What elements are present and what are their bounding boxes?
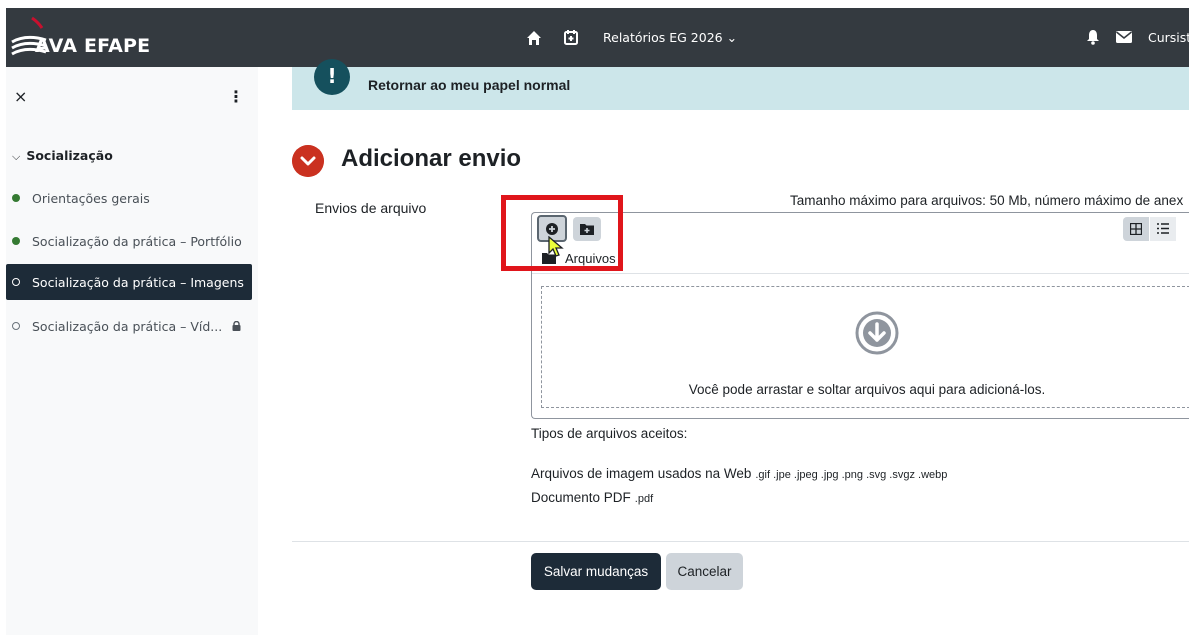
section-label: Socialização	[26, 148, 113, 163]
mouse-cursor-icon	[548, 236, 564, 257]
form-divider	[292, 541, 1189, 542]
assignment-icon	[292, 145, 324, 177]
calendar-icon[interactable]	[563, 29, 579, 45]
completed-dot-icon	[12, 237, 20, 245]
lock-icon	[232, 321, 241, 331]
file-drop-zone[interactable]: Você pode arrastar e soltar arquivos aqu…	[541, 286, 1189, 408]
brand-name: AVA EFAPE	[35, 35, 151, 57]
bell-icon[interactable]	[1085, 29, 1101, 45]
activity-item[interactable]: Orientações gerais	[6, 180, 252, 216]
max-file-info: Tamanho máximo para arquivos: 50 Mb, núm…	[790, 193, 1184, 208]
user-menu[interactable]: Cursist	[1148, 30, 1189, 45]
page-title: Adicionar envio	[341, 145, 522, 172]
activity-label: Socialização da prática – Víd...	[32, 318, 223, 334]
incomplete-dot-icon	[12, 322, 20, 330]
activity-label: Socialização da prática – Imagens	[32, 274, 244, 290]
grid-view-button[interactable]	[1123, 217, 1149, 241]
site-logo[interactable]: AVA EFAPE	[10, 16, 180, 60]
top-navbar: AVA EFAPE Relatórios EG 2026 ⌄ Cursist	[6, 8, 1189, 67]
envelope-icon[interactable]	[1115, 30, 1133, 44]
file-manager: Arquivos Você pode arrastar e soltar arq…	[531, 212, 1189, 419]
toolbar-divider	[532, 273, 1189, 274]
return-role-link[interactable]: Retornar ao meu papel normal	[368, 77, 570, 93]
activity-item-active[interactable]: Socialização da prática – Imagens	[6, 264, 252, 300]
activity-item[interactable]: Socialização da prática – Víd...	[6, 308, 252, 344]
accepted-type-name: Documento PDF	[531, 490, 631, 505]
chevron-down-icon: ⌵	[12, 150, 21, 163]
role-alert-banner: ! Retornar ao meu papel normal	[292, 59, 1189, 110]
drop-instructions: Você pode arrastar e soltar arquivos aqu…	[688, 382, 1046, 397]
exclamation-icon: !	[314, 59, 350, 95]
cancel-button[interactable]: Cancelar	[666, 553, 743, 590]
accepted-type-ext: .gif .jpe .jpeg .jpg .png .svg .svgz .we…	[755, 469, 948, 481]
activity-item[interactable]: Socialização da prática – Portfólio	[6, 223, 252, 259]
accepted-type-name: Arquivos de imagem usados na Web	[531, 466, 752, 481]
course-index-drawer: × ⋮ ⌵ Socialização Orientações gerais Soc…	[6, 67, 258, 635]
section-socializacao[interactable]: ⌵ Socialização	[12, 148, 113, 164]
save-changes-button[interactable]: Salvar mudanças	[531, 553, 661, 590]
more-options-button[interactable]: ⋮	[228, 87, 244, 106]
download-arrow-icon	[855, 311, 899, 355]
completed-dot-icon	[12, 194, 20, 202]
course-menu[interactable]: Relatórios EG 2026 ⌄	[603, 30, 737, 45]
accepted-type-row: Arquivos de imagem usados na Web .gif .jp…	[531, 466, 947, 481]
list-view-button[interactable]	[1150, 217, 1176, 241]
file-submissions-label: Envios de arquivo	[315, 200, 427, 216]
accepted-types-title: Tipos de arquivos aceitos:	[531, 426, 688, 441]
activity-label: Orientações gerais	[32, 190, 150, 206]
highlight-box	[501, 195, 623, 271]
accepted-type-ext: .pdf	[634, 493, 654, 505]
grid-icon	[1130, 223, 1142, 235]
accepted-type-row: Documento PDF .pdf	[531, 490, 653, 505]
incomplete-dot-icon	[12, 278, 20, 286]
home-icon[interactable]	[526, 30, 542, 46]
list-icon	[1157, 223, 1169, 234]
close-drawer-button[interactable]: ×	[14, 87, 27, 106]
activity-label: Socialização da prática – Portfólio	[32, 233, 242, 249]
